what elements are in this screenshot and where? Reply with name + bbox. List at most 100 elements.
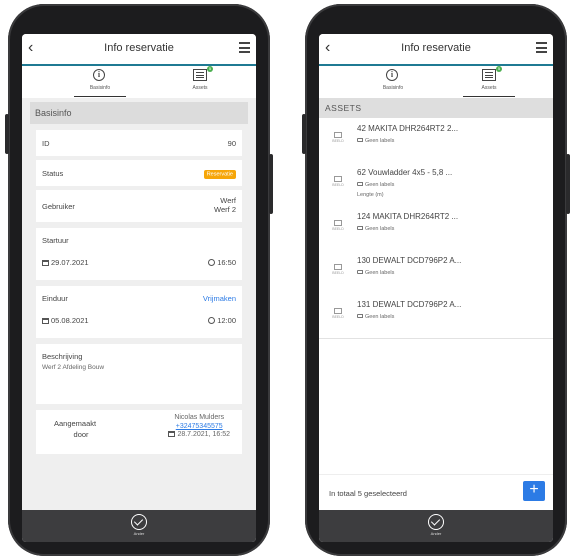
page-title: Info reservatie [104, 42, 174, 54]
bottom-action-bar: Ander [319, 510, 553, 542]
description-label: Beschrijving [42, 352, 83, 361]
asset-image-placeholder-icon: BEELD [330, 264, 346, 278]
add-asset-button[interactable]: + [523, 481, 545, 501]
clock-icon [208, 317, 216, 324]
tag-icon [357, 314, 363, 318]
assets-count-badge: 5 [207, 66, 213, 72]
asset-tag: Geen labels [357, 182, 394, 188]
created-card: Aangemaakt door Nicolas Mulders +3247534… [36, 410, 242, 454]
tab-assets[interactable]: 5 Assets [170, 66, 230, 98]
tab-label: Basisinfo [89, 85, 111, 91]
tag-icon [357, 226, 363, 230]
top-bar: ‹ Info reservatie [22, 34, 256, 66]
description-value: Werf 2 Afdeling Bouw [42, 364, 105, 371]
tab-label: Assets [192, 85, 208, 91]
selection-count-text: In totaal 5 geselecteerd [329, 489, 407, 498]
tab-bar: i Basisinfo 5 Assets [22, 66, 256, 98]
start-time-field[interactable]: 16:50 [208, 258, 236, 267]
start-card: Startuur 29.07.2021 16:50 [36, 228, 242, 280]
status-card: Status Reservatie [36, 160, 242, 186]
page-title: Info reservatie [401, 42, 471, 54]
bottom-action-label: Ander [430, 531, 442, 536]
selection-footer: In totaal 5 geselecteerd + [319, 474, 553, 511]
check-circle-icon[interactable] [428, 514, 444, 530]
asset-row[interactable]: BEELD 42 MAKITA DHR264RT2 2... Geen labels [319, 118, 553, 163]
asset-name: 130 DEWALT DCD796P2 A... [357, 256, 462, 265]
screen-assets: ‹ Info reservatie i Basisinfo 5 Assets A… [319, 34, 553, 542]
info-icon: i [93, 69, 105, 81]
asset-row[interactable]: BEELD 62 Vouwladder 4x5 - 5,8 ... Geen lab… [319, 162, 553, 207]
end-date-field[interactable]: 05.08.2021 [42, 316, 89, 325]
asset-image-placeholder-icon: BEELD [330, 220, 346, 234]
asset-tag: Geen labels [357, 270, 394, 276]
asset-row[interactable]: BEELD 131 DEWALT DCD796P2 A... Geen labels [319, 294, 553, 339]
id-card: ID 90 [36, 130, 242, 156]
section-header: ASSETS [319, 98, 553, 118]
side-button [269, 154, 273, 214]
asset-tag: Geen labels [357, 314, 394, 320]
calendar-icon [168, 431, 176, 437]
tab-bar: i Basisinfo 5 Assets [319, 66, 553, 98]
created-label-line1: Aangemaakt [54, 419, 97, 428]
side-button [5, 114, 9, 154]
section-header: Basisinfo [30, 102, 248, 124]
created-datetime: 28.7.2021, 16:52 [168, 431, 230, 438]
list-icon [193, 69, 207, 81]
asset-tag: Geen labels [357, 226, 394, 232]
user-value-line1: Werf [220, 196, 236, 205]
description-card[interactable]: Beschrijving Werf 2 Afdeling Bouw [36, 344, 242, 404]
start-date-field[interactable]: 29.07.2021 [42, 258, 89, 267]
clock-icon [208, 259, 216, 266]
tab-basisinfo[interactable]: i Basisinfo [363, 66, 423, 98]
created-phone-link[interactable]: +32475345575 [176, 423, 223, 430]
start-label: Startuur [42, 236, 69, 245]
created-label-line2: door [73, 430, 89, 439]
phone-frame-left: ‹ Info reservatie i Basisinfo 5 Assets B… [5, 4, 273, 556]
user-label: Gebruiker [42, 202, 75, 211]
calendar-icon [42, 260, 49, 266]
bottom-action-label: Ander [133, 531, 145, 536]
basisinfo-content: Basisinfo ID 90 Status Reservatie Gebrui… [22, 98, 256, 510]
bottom-action-bar: Ander [22, 510, 256, 542]
asset-image-placeholder-icon: BEELD [330, 308, 346, 322]
hamburger-menu-icon[interactable] [239, 42, 250, 56]
empty-area [319, 342, 553, 474]
asset-tag: Geen labels [357, 138, 394, 144]
side-button [302, 114, 306, 154]
tab-label: Basisinfo [382, 85, 404, 91]
list-icon [482, 69, 496, 81]
asset-name: 131 DEWALT DCD796P2 A... [357, 300, 462, 309]
id-value: 90 [227, 139, 236, 148]
id-label: ID [42, 139, 50, 148]
end-time-field[interactable]: 12:00 [208, 316, 236, 325]
asset-image-placeholder-icon: BEELD [330, 132, 346, 146]
end-card: Einduur Vrijmaken 05.08.2021 12:00 [36, 286, 242, 338]
check-circle-icon[interactable] [131, 514, 147, 530]
asset-row[interactable]: BEELD 124 MAKITA DHR264RT2 ... Geen labels [319, 206, 553, 251]
tag-icon [357, 138, 363, 142]
asset-row[interactable]: BEELD 130 DEWALT DCD796P2 A... Geen labels [319, 250, 553, 295]
info-icon: i [386, 69, 398, 81]
calendar-icon [42, 318, 49, 324]
user-card[interactable]: Gebruiker Werf Werf 2 [36, 190, 242, 222]
asset-name: 62 Vouwladder 4x5 - 5,8 ... [357, 168, 453, 177]
hamburger-menu-icon[interactable] [536, 42, 547, 56]
asset-name: 124 MAKITA DHR264RT2 ... [357, 212, 459, 221]
tab-basisinfo[interactable]: i Basisinfo [70, 66, 130, 98]
tab-label: Assets [481, 85, 497, 91]
asset-extra: Lengte (m) [357, 192, 384, 198]
screen-basisinfo: ‹ Info reservatie i Basisinfo 5 Assets B… [22, 34, 256, 542]
tab-assets[interactable]: 5 Assets [459, 66, 519, 98]
release-link[interactable]: Vrijmaken [203, 294, 236, 303]
tag-icon [357, 182, 363, 186]
tag-icon [357, 270, 363, 274]
side-button [566, 154, 570, 214]
top-bar: ‹ Info reservatie [319, 34, 553, 66]
assets-count-badge: 5 [496, 66, 502, 72]
user-value-line2: Werf 2 [214, 205, 236, 214]
status-label: Status [42, 169, 64, 178]
status-badge: Reservatie [203, 169, 236, 179]
asset-image-placeholder-icon: BEELD [330, 176, 346, 190]
phone-frame-right: ‹ Info reservatie i Basisinfo 5 Assets A… [302, 4, 570, 556]
end-label: Einduur [42, 294, 68, 303]
